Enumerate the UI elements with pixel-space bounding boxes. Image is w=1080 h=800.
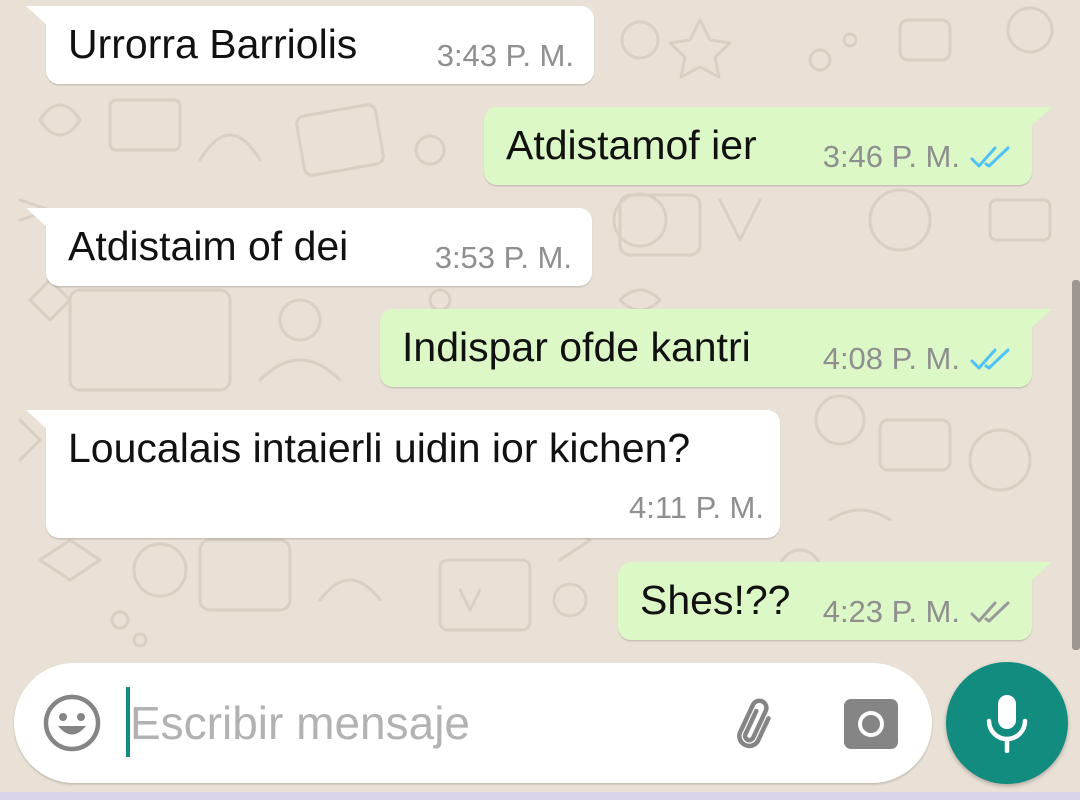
read-double-check-icon [970,348,1010,370]
bubble-tail [1030,562,1052,582]
message-bubble-incoming[interactable]: Atdistaim of dei 3:53 P. M. [26,208,592,286]
message-time: 3:53 P. M. [434,240,572,275]
read-double-check-icon [970,146,1010,168]
smiley-face-icon[interactable] [42,693,102,753]
message-meta: 3:53 P. M. [435,240,572,276]
message-text: Atdistamof ier [506,122,757,168]
paperclip-icon[interactable] [724,693,788,757]
bubble-tail [26,208,48,228]
message-time: 3:46 P. M. [822,139,960,174]
delivered-double-check-icon [970,601,1010,623]
message-text: Indispar ofde kantri [402,324,751,370]
message-bubble-outgoing[interactable]: Atdistamof ier 3:46 P. M. [484,107,1052,185]
bubble-tail [26,6,48,26]
message-time: 4:23 P. M. [822,594,960,629]
message-input[interactable] [130,687,690,759]
message-bubble-outgoing[interactable]: Shes!?? 4:23 P. M. [618,562,1052,640]
bubble-tail [26,410,48,430]
message-bubble-outgoing[interactable]: Indispar ofde kantri 4:08 P. M. [380,309,1052,387]
message-time: 4:11 P. M. [629,490,764,525]
message-meta: 4:23 P. M. [823,594,1012,630]
bubble-tail [1030,107,1052,127]
message-text: Urrorra Barriolis [68,21,358,67]
message-time: 3:43 P. M. [436,38,574,73]
message-bubble-incoming[interactable]: Loucalais intaierli uidin ior kichen? 4:… [26,410,780,538]
microphone-icon [986,695,1028,753]
voice-message-button[interactable] [946,662,1068,784]
message-time: 4:08 P. M. [822,341,960,376]
navigation-bar-edge [0,792,1080,800]
message-text: Loucalais intaierli uidin ior kichen? [68,425,691,471]
message-composer [14,663,932,783]
message-meta: 4:11 P. M. [629,490,764,526]
bubble-tail [1030,309,1052,329]
scrollbar[interactable] [1072,280,1080,650]
message-bubble-incoming[interactable]: Urrorra Barriolis 3:43 P. M. [26,6,594,84]
camera-icon[interactable] [842,695,900,753]
message-text: Atdistaim of dei [68,223,349,269]
message-list: Urrorra Barriolis 3:43 P. M. Atdistamof … [0,0,1080,650]
message-meta: 4:08 P. M. [823,341,1012,377]
message-meta: 3:43 P. M. [437,38,574,74]
message-text: Shes!?? [640,577,791,623]
message-meta: 3:46 P. M. [823,139,1012,175]
